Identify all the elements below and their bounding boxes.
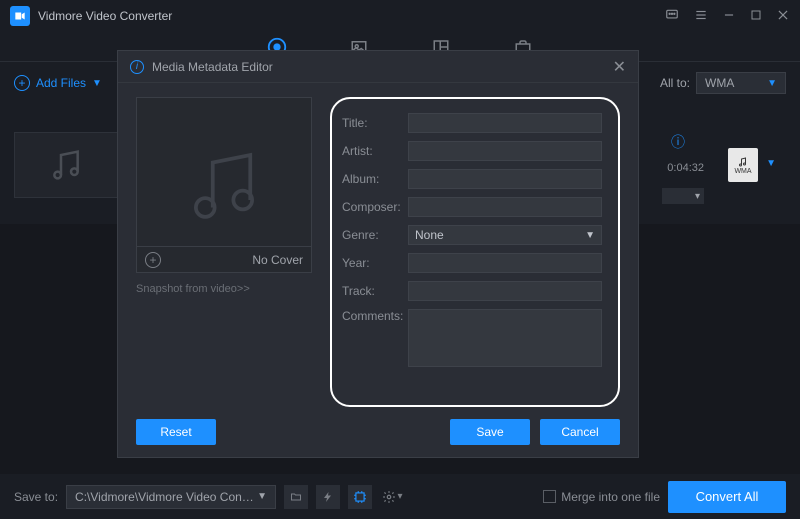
close-icon[interactable] [776, 8, 790, 25]
chevron-down-icon[interactable]: ▼ [766, 158, 776, 169]
dialog-title: Media Metadata Editor [152, 60, 273, 74]
subtitle-dropdown[interactable]: ▾ [662, 188, 704, 204]
save-path-text: C:\Vidmore\Vidmore Video Converter\Conve… [75, 490, 257, 504]
chevron-down-icon: ▼ [92, 78, 102, 89]
metadata-editor-dialog: i Media Metadata Editor ✕ + No Cover Sna… [117, 50, 639, 458]
maximize-icon[interactable] [750, 8, 762, 24]
track-input[interactable] [408, 281, 602, 301]
convert-all-label: All to: [660, 76, 690, 90]
output-format-label: WMA [734, 168, 751, 175]
chevron-down-icon: ▼ [585, 230, 595, 241]
output-format-tile[interactable]: WMA [728, 148, 758, 182]
feedback-icon[interactable] [664, 8, 680, 25]
snapshot-link[interactable]: Snapshot from video>> [136, 283, 312, 295]
comments-label: Comments: [342, 309, 408, 323]
checkbox-icon [543, 490, 556, 503]
chevron-down-icon: ▾ [398, 491, 403, 502]
chevron-down-icon: ▾ [695, 191, 700, 202]
save-button[interactable]: Save [450, 419, 530, 445]
comments-input[interactable] [408, 309, 602, 367]
genre-label: Genre: [342, 228, 408, 242]
hardware-accel-button[interactable] [348, 485, 372, 509]
add-cover-button[interactable]: + [145, 252, 161, 268]
year-input[interactable] [408, 253, 602, 273]
bottom-bar: Save to: C:\Vidmore\Vidmore Video Conver… [0, 474, 800, 519]
output-format-select[interactable]: WMA ▼ [696, 72, 786, 94]
save-to-label: Save to: [14, 490, 58, 504]
save-path-select[interactable]: C:\Vidmore\Vidmore Video Converter\Conve… [66, 485, 276, 509]
album-input[interactable] [408, 169, 602, 189]
artist-label: Artist: [342, 144, 408, 158]
dialog-footer: Reset Save Cancel [118, 407, 638, 457]
info-icon[interactable]: ⓘ [671, 132, 685, 152]
app-title: Vidmore Video Converter [38, 9, 664, 23]
settings-button[interactable]: ▾ [380, 485, 404, 509]
merge-label: Merge into one file [561, 490, 660, 504]
album-label: Album: [342, 172, 408, 186]
cover-art-box: + No Cover [136, 97, 312, 273]
no-cover-label: No Cover [252, 253, 303, 267]
info-icon: i [130, 60, 144, 74]
genre-value: None [415, 228, 444, 242]
minimize-icon[interactable] [722, 8, 736, 25]
close-icon[interactable]: ✕ [613, 57, 626, 77]
cancel-button[interactable]: Cancel [540, 419, 620, 445]
menu-icon[interactable] [694, 8, 708, 25]
artist-input[interactable] [408, 141, 602, 161]
metadata-fields: Title: Artist: Album: Composer: Genre: N… [330, 97, 620, 407]
add-files-button[interactable]: + Add Files ▼ [14, 75, 102, 91]
merge-checkbox[interactable]: Merge into one file [543, 490, 660, 504]
plus-icon: + [14, 75, 30, 91]
open-folder-button[interactable] [284, 485, 308, 509]
genre-select[interactable]: None ▼ [408, 225, 602, 245]
title-bar: Vidmore Video Converter [0, 0, 800, 32]
track-label: Track: [342, 284, 408, 298]
chevron-down-icon: ▼ [257, 491, 267, 502]
title-input[interactable] [408, 113, 602, 133]
app-logo [10, 6, 30, 26]
add-files-label: Add Files [36, 76, 86, 90]
composer-label: Composer: [342, 200, 408, 214]
convert-all-button[interactable]: Convert All [668, 481, 786, 513]
lightning-button[interactable] [316, 485, 340, 509]
file-duration: 0:04:32 [667, 162, 704, 174]
reset-button[interactable]: Reset [136, 419, 216, 445]
composer-input[interactable] [408, 197, 602, 217]
selected-format: WMA [705, 76, 734, 90]
year-label: Year: [342, 256, 408, 270]
file-thumbnail[interactable] [14, 132, 118, 198]
title-label: Title: [342, 116, 408, 130]
chevron-down-icon: ▼ [767, 78, 777, 89]
dialog-header: i Media Metadata Editor ✕ [118, 51, 638, 83]
